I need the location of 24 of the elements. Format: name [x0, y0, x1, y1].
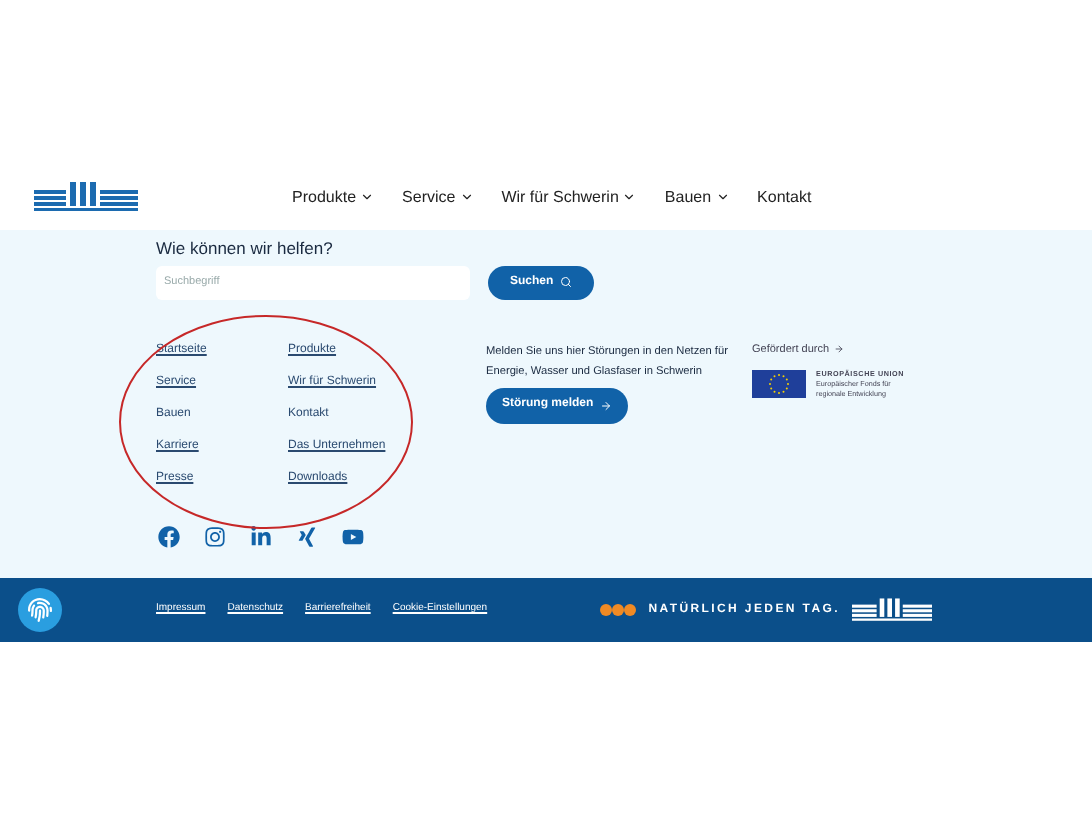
- facebook-icon[interactable]: [158, 525, 180, 548]
- chevron-icon: [459, 190, 474, 204]
- chevron-icon: [360, 190, 375, 204]
- logo-icon[interactable]: [852, 596, 932, 624]
- eu-flag-icon: [752, 370, 806, 399]
- logo-icon[interactable]: [34, 182, 138, 212]
- arrow-right-icon: [599, 399, 612, 412]
- search-icon: [559, 276, 572, 289]
- chevron-icon: [622, 190, 637, 204]
- nav-link[interactable]: Service: [402, 185, 474, 209]
- chevron-icon: [715, 190, 730, 204]
- search-heading: Wie können wir helfen?: [156, 236, 335, 262]
- fingerprint-icon: [28, 598, 52, 622]
- arrow-right-icon: [833, 344, 844, 355]
- nav-link[interactable]: Wir für Schwerin: [501, 185, 637, 209]
- xing-icon[interactable]: [296, 525, 318, 548]
- youtube-icon[interactable]: [342, 525, 364, 548]
- nav-link[interactable]: Bauen: [664, 185, 730, 209]
- nav-link[interactable]: Produkte: [292, 185, 375, 209]
- dots-icon: [600, 604, 637, 616]
- nav-link[interactable]: Kontakt: [757, 185, 812, 209]
- fingerprint-button[interactable]: [18, 588, 62, 632]
- instagram-icon[interactable]: [204, 525, 226, 548]
- linkedin-icon[interactable]: [250, 525, 272, 548]
